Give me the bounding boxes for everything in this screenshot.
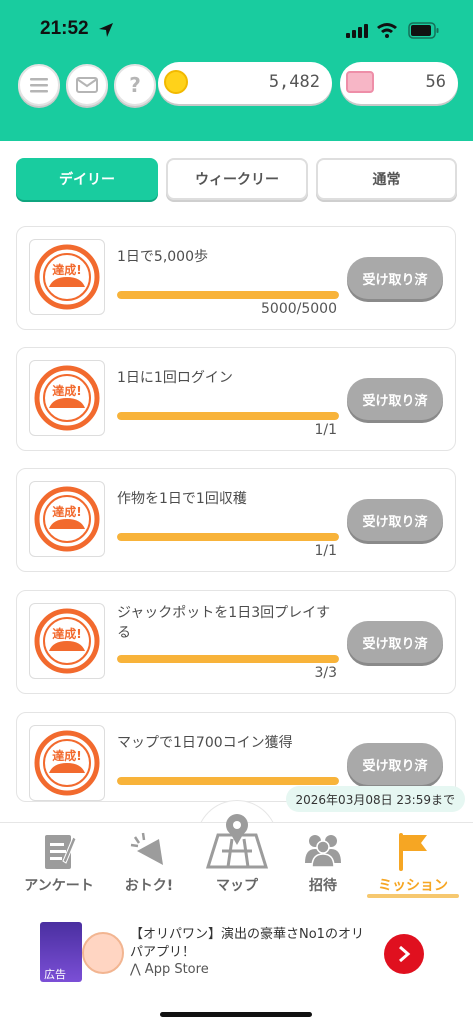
location-arrow-icon [99,23,113,37]
chevron-right-icon [399,945,411,963]
ad-store-label: App Store [144,962,209,977]
ad-text: 【オリパワン】演出の豪華さNo1のオリパアプリ！ [130,927,364,960]
wifi-icon [377,23,397,38]
ad-app-icon [82,932,124,974]
achieved-stamp: 達成! [29,603,105,679]
mission-progress-bar [117,291,339,299]
mission-progress-bar [117,533,339,541]
megaphone-icon [130,832,163,865]
mission-progress-bar [117,412,339,420]
nav-item-map[interactable]: マップ [192,814,282,911]
mission-progress-bar [117,777,339,785]
claimed-button[interactable]: 受け取り済 [347,621,443,663]
nav-item-invite[interactable]: 招待 [278,823,368,911]
help-icon: ? [129,73,141,97]
deadline-label: 2026年03月08日 23:59まで [285,786,465,812]
cellular-signal-icon [346,24,368,38]
mission-card: 達成! 1日に1回ログイン 1/1 受け取り済 [16,347,456,451]
tab-normal[interactable]: 通常 [316,158,457,200]
status-time: 21:52 [40,18,89,39]
nav-item-survey[interactable]: アンケート [14,823,104,911]
coin-icon [164,70,188,94]
nav-label-map: マップ [216,878,258,894]
battery-icon [408,22,439,39]
achieved-stamp-icon: 達成! [34,365,100,431]
achieved-stamp-icon: 達成! [34,730,100,796]
tab-daily[interactable]: デイリー [16,158,158,200]
coin-count: 5,482 [268,72,320,92]
ticket-balance[interactable]: 56 [340,62,458,104]
map-icon [205,814,269,869]
claimed-button[interactable]: 受け取り済 [347,743,443,785]
nav-label-mission: ミッション [378,878,448,894]
mission-card: 達成! ジャックポットを1日3回プレイする 3/3 受け取り済 [16,590,456,694]
mission-progress-fill [117,412,339,420]
ad-tag: 広告 [44,968,66,981]
mission-progress-fill [117,777,339,785]
coin-balance[interactable]: 5,482 [158,62,332,104]
claimed-button[interactable]: 受け取り済 [347,257,443,299]
achieved-stamp-text: 達成! [52,383,81,398]
ticket-count: 56 [425,72,446,92]
mission-title: 1日に1回ログイン [117,370,233,386]
achieved-stamp-icon: 達成! [34,486,100,552]
mission-progress-text: 1/1 [314,543,337,559]
mission-progress-text: 1/1 [314,422,337,438]
achieved-stamp: 達成! [29,360,105,436]
achieved-stamp-text: 達成! [52,748,81,763]
hamburger-icon [30,78,48,93]
achieved-stamp-icon: 達成! [34,608,100,674]
help-button[interactable]: ? [114,64,156,106]
mission-title: 1日で5,000歩 [117,249,208,265]
tab-weekly[interactable]: ウィークリー [166,158,308,200]
mission-progress-fill [117,291,339,299]
ad-store: ⋀ App Store [130,962,209,977]
mission-progress-fill [117,655,339,663]
achieved-stamp: 達成! [29,725,105,801]
mission-progress-text: 3/3 [314,665,337,681]
achieved-stamp: 達成! [29,481,105,557]
mission-title: マップで1日700コイン獲得 [117,735,293,751]
header: 21:52 ? 5,482 56 [0,0,473,141]
claimed-button[interactable]: 受け取り済 [347,378,443,420]
mission-progress-bar [117,655,339,663]
mission-card: 達成! 1日で5,000歩 5000/5000 受け取り済 [16,226,456,330]
nav-item-deals[interactable]: おトク! [104,823,194,911]
nav-label-invite: 招待 [309,878,337,894]
app-store-icon: ⋀ [130,962,145,977]
mail-button[interactable] [66,64,108,106]
ad-open-button[interactable] [384,934,424,974]
people-icon [305,835,341,868]
mission-title: 作物を1日で1回収穫 [117,491,247,507]
clipboard-icon [45,835,77,869]
status-bar: 21:52 [0,0,473,60]
mission-progress-text: 5000/5000 [261,301,337,317]
achieved-stamp-icon: 達成! [34,244,100,310]
claimed-button[interactable]: 受け取り済 [347,499,443,541]
achieved-stamp: 達成! [29,239,105,315]
active-tab-indicator [367,894,459,898]
mission-progress-fill [117,533,339,541]
nav-label-deals: おトク! [124,878,174,894]
achieved-stamp-text: 達成! [52,504,81,519]
nav-label-survey: アンケート [24,878,94,894]
ad-banner[interactable]: 広告 【オリパワン】演出の豪華さNo1のオリパアプリ！ ⋀ App Store [0,912,473,1024]
menu-button[interactable] [18,64,60,106]
mission-card: 達成! 作物を1日で1回収穫 1/1 受け取り済 [16,468,456,572]
mission-title: ジャックポットを1日3回プレイする [117,605,331,641]
achieved-stamp-text: 達成! [52,262,81,277]
home-indicator [160,1012,312,1017]
mail-icon [76,77,98,93]
achieved-stamp-text: 達成! [52,626,81,641]
flag-icon [399,833,427,871]
ticket-icon [346,71,374,93]
